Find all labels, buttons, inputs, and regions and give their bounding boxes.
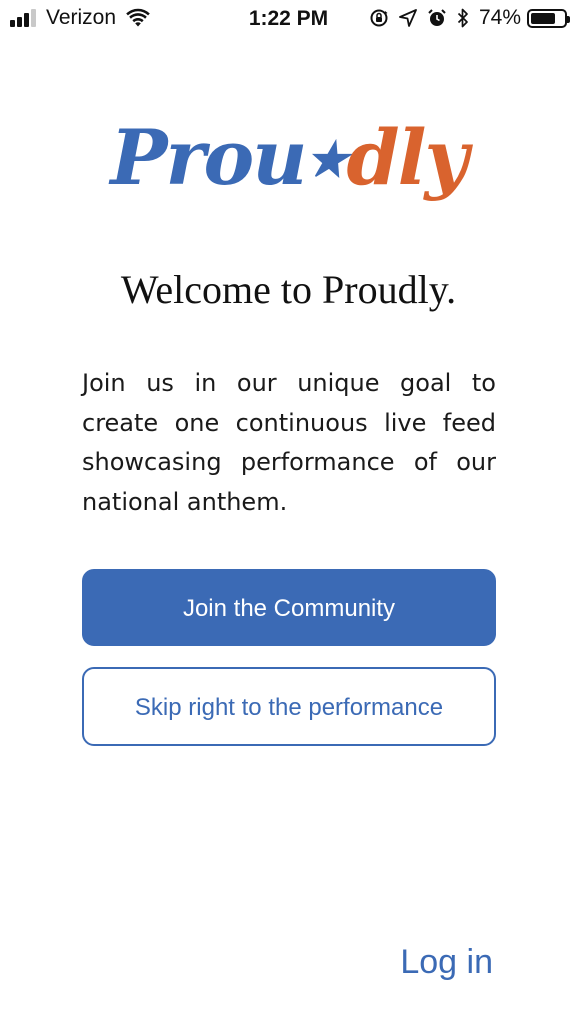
join-community-button[interactable]: Join the Community: [82, 569, 496, 646]
alarm-icon: [427, 8, 447, 28]
battery-percent: 74%: [478, 6, 521, 29]
logo-text-orange: dly: [346, 113, 469, 202]
rotation-lock-icon: [369, 8, 389, 28]
skip-to-performance-button[interactable]: Skip right to the performance: [82, 667, 496, 746]
battery-icon: [527, 8, 570, 28]
status-right: 74%: [359, 6, 570, 30]
intro-text: Join us in our unique goal to create one…: [82, 369, 496, 516]
login-link[interactable]: Log in: [400, 943, 493, 982]
page-title: Welcome to Proudly.: [120, 267, 457, 312]
status-bar: Verizon 1:22 PM 74%: [0, 0, 577, 38]
bluetooth-icon: [457, 8, 469, 28]
proudly-logo: Prou★dly: [0, 108, 577, 210]
location-arrow-icon: [399, 9, 417, 27]
logo-text-blue: Prou: [110, 113, 307, 202]
star-icon: ★: [305, 132, 348, 188]
